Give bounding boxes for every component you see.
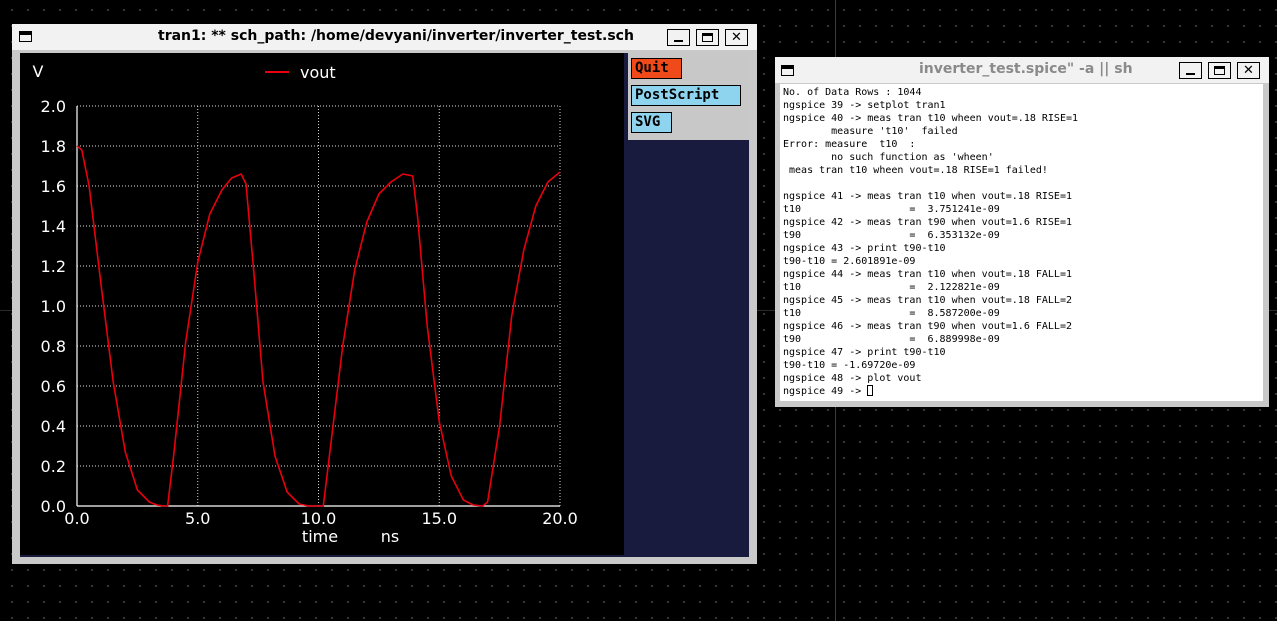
terminal-line: ngspice 40 -> meas tran t10 wheen vout=.… [783,113,1079,124]
close-icon[interactable]: ✕ [1237,62,1260,79]
terminal-line: t90-t10 = -1.69720e-09 [783,360,916,371]
svg-button[interactable]: SVG [631,112,672,133]
terminal-line: ngspice 41 -> meas tran t10 when vout=.1… [783,191,1072,202]
x-unit-label: ns [381,527,399,546]
legend-label: vout [300,63,336,82]
y-tick-label: 1.8 [41,137,66,156]
terminal-line: ngspice 47 -> print t90-t10 [783,347,946,358]
x-tick-label: 20.0 [542,509,578,528]
terminal-line: ngspice 44 -> meas tran t10 when vout=.1… [783,269,1072,280]
plot-window[interactable]: tran1: ** sch_path: /home/devyani/invert… [12,24,757,564]
terminal-line: t10 = 3.751241e-09 [783,204,1000,215]
terminal-line: ngspice 46 -> meas tran t90 when vout=1.… [783,321,1072,332]
maximize-icon[interactable] [696,29,719,46]
terminal-line: ngspice 43 -> print t90-t10 [783,243,946,254]
x-tick-label: 10.0 [301,509,337,528]
y-tick-label: 0.8 [41,337,66,356]
y-tick-label: 2.0 [41,97,66,116]
terminal-line: t10 = 2.122821e-09 [783,282,1000,293]
maximize-icon[interactable] [1208,62,1231,79]
terminal-line: t90 = 6.889998e-09 [783,334,1000,345]
postscript-button[interactable]: PostScript [631,85,741,106]
terminal-line: ngspice 39 -> setplot tran1 [783,100,946,111]
terminal-line: ngspice 45 -> meas tran t10 when vout=.1… [783,295,1072,306]
y-tick-label: 1.2 [41,257,66,276]
window-menu-icon[interactable] [781,65,794,76]
terminal-line: measure 't10' failed [783,126,958,137]
terminal-prompt: ngspice 49 -> [783,386,868,397]
y-tick-label: 1.6 [41,177,66,196]
y-tick-label: 0.0 [41,497,66,516]
close-icon[interactable]: ✕ [725,29,748,46]
terminal-output[interactable]: No. of Data Rows : 1044 ngspice 39 -> se… [780,84,1263,401]
y-tick-label: 0.2 [41,457,66,476]
terminal-window-title: inverter_test.spice" -a || sh [919,61,1133,77]
plot-window-title: tran1: ** sch_path: /home/devyani/invert… [158,28,634,44]
window-menu-icon[interactable] [19,31,32,42]
terminal-line: no such function as 'wheen' [783,152,994,163]
terminal-line: t10 = 8.587200e-09 [783,308,1000,319]
terminal-cursor [867,385,874,396]
y-tick-label: 1.0 [41,297,66,316]
terminal-text: No. of Data Rows : 1044 ngspice 39 -> se… [780,84,1263,400]
x-tick-label: 0.0 [64,509,89,528]
y-tick-label: 1.4 [41,217,66,236]
minimize-icon[interactable] [667,29,690,46]
terminal-line: ngspice 48 -> plot vout [783,373,922,384]
terminal-line: meas tran t10 wheen vout=.18 RISE=1 fail… [783,165,1048,176]
minimize-icon[interactable] [1179,62,1202,79]
x-axis-label: time [302,527,338,546]
plot-canvas[interactable]: 0.0 0.2 0.4 0.6 0.8 1.0 1.2 1.4 1.6 1.8 2.0 0.0 5.0 1… [20,53,624,555]
terminal-line: No. of Data Rows : 1044 [783,87,922,98]
vout-chart: 0.0 0.2 0.4 0.6 0.8 1.0 1.2 1.4 1.6 1.8 2.0 0.0 5.0 1… [33,62,578,546]
plot-area: 0.0 0.2 0.4 0.6 0.8 1.0 1.2 1.4 1.6 1.8 2.0 0.0 5.0 1… [20,53,749,557]
x-tick-label: 5.0 [185,509,210,528]
y-tick-label: 0.6 [41,377,66,396]
terminal-line: t90 = 6.353132e-09 [783,230,1000,241]
terminal-window[interactable]: inverter_test.spice" -a || sh ✕ No. of D… [775,57,1269,407]
y-tick-label: 0.4 [41,417,66,436]
plot-window-titlebar[interactable]: tran1: ** sch_path: /home/devyani/invert… [12,24,757,50]
terminal-line: ngspice 42 -> meas tran t90 when vout=1.… [783,217,1072,228]
quit-button[interactable]: Quit [631,58,682,79]
x-tick-label: 15.0 [421,509,457,528]
y-axis-label: V [33,62,44,81]
terminal-line: t90-t10 = 2.601891e-09 [783,256,916,267]
terminal-window-titlebar[interactable]: inverter_test.spice" -a || sh ✕ [775,57,1269,83]
terminal-line: Error: measure t10 : [783,139,916,150]
